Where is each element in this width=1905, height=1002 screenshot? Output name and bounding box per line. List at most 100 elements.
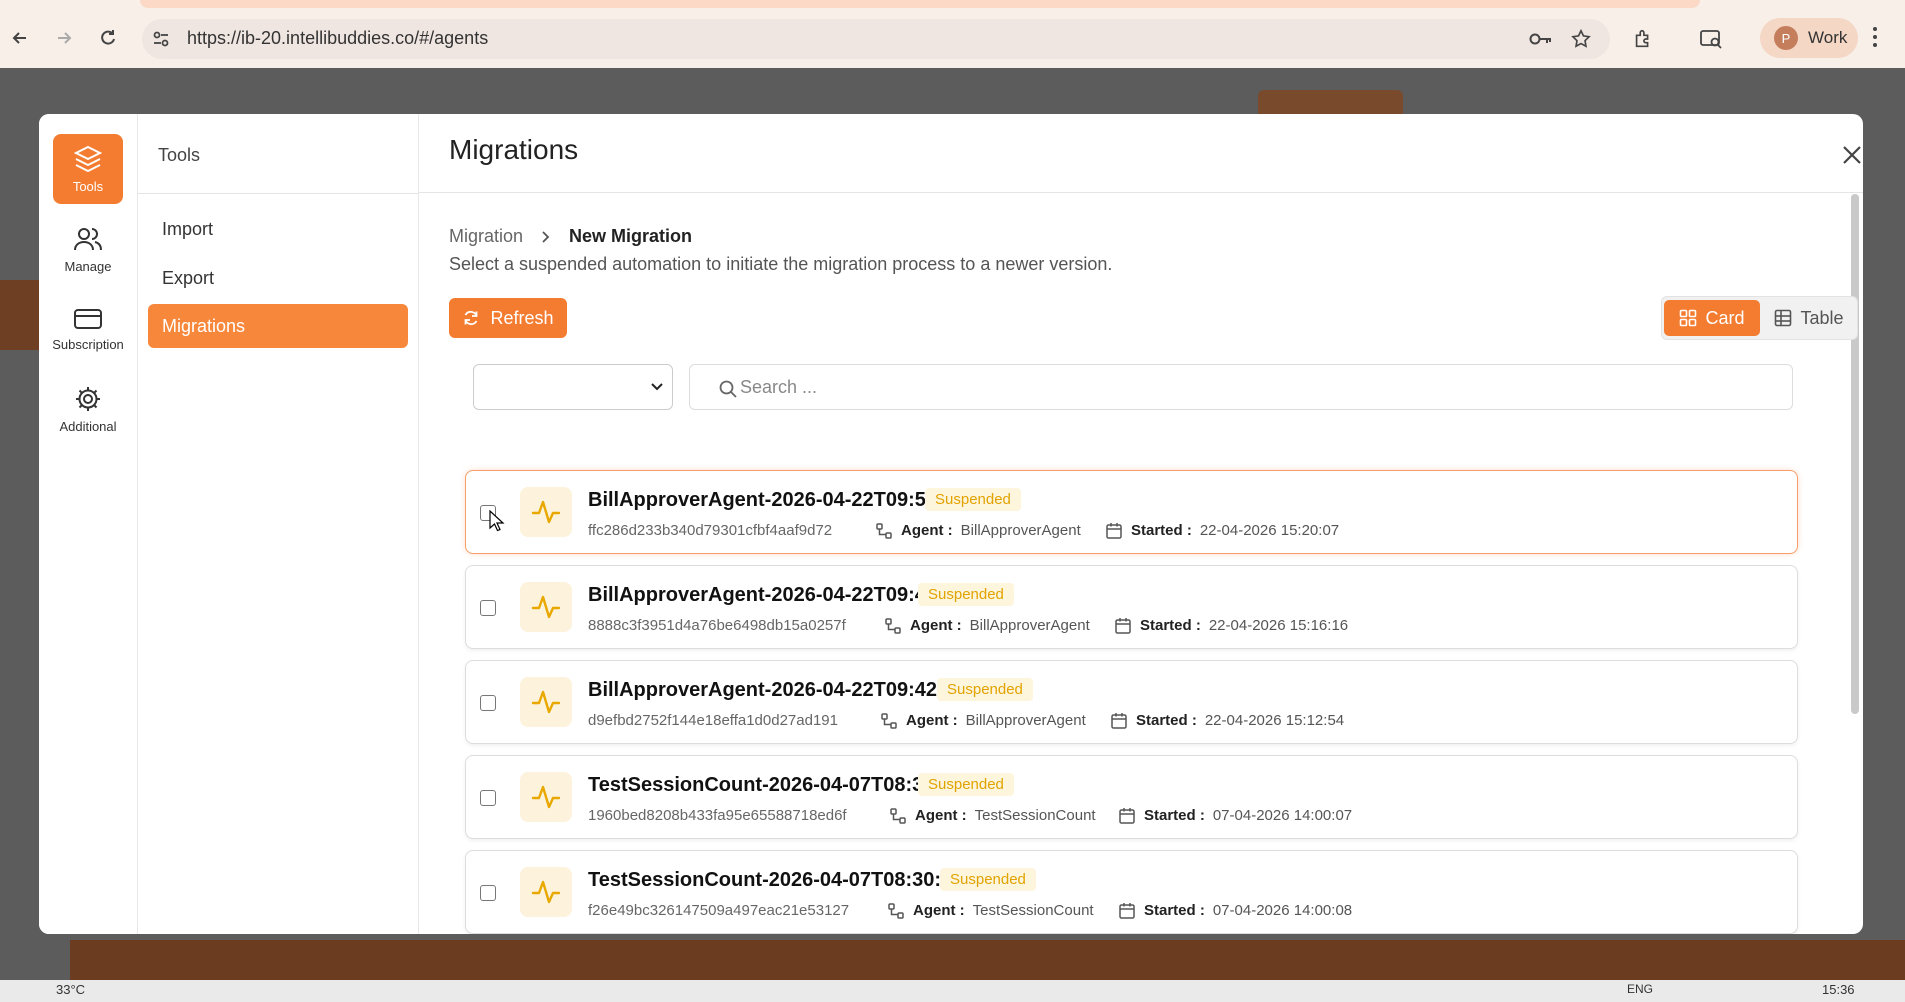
profile-label: Work [1808,28,1848,47]
migration-card[interactable]: TestSessionCount-2026-04-07T08:30:07.222… [465,755,1798,839]
calendar-icon [1119,807,1135,824]
agent-value: BillApproverAgent [969,617,1090,634]
calendar-icon [1111,712,1127,729]
rail-item-additional[interactable]: Additional [53,374,123,444]
started-label: Started : [1144,902,1205,919]
activity-icon [520,677,572,727]
cube-icon [73,145,103,172]
submenu-item-migrations[interactable]: Migrations [148,304,408,348]
reload-button[interactable] [94,24,122,52]
modal-icon-rail: Tools Manage Subscription Additional [39,114,138,934]
page-title: Migrations [449,134,579,165]
migration-card[interactable]: BillApproverAgent-2026-04-22T09:46:16.49… [465,565,1798,649]
started-group: Started : 22-04-2026 15:12:54 [1110,712,1344,730]
scrollbar[interactable] [1851,194,1859,714]
migration-meta: 1960bed8208b433fa95e65588718ed6f Agent :… [588,807,1388,824]
calendar-icon [1119,902,1135,919]
activity-icon [520,487,572,537]
close-button[interactable] [1837,140,1863,170]
page-subtitle: Select a suspended automation to initiat… [449,254,1113,274]
back-button[interactable] [6,24,34,52]
row-checkbox[interactable] [480,600,496,616]
rail-item-manage[interactable]: Manage [53,214,123,284]
background-footer-bar [70,940,1905,980]
status-badge: Suspended [925,488,1021,511]
card-icon [74,308,102,329]
migration-id: f26e49bc326147509a497eac21e53127 [588,902,850,919]
agent-label: Agent : [913,902,965,919]
profile-button[interactable]: P Work [1760,18,1858,58]
agent-group: Agent : BillApproverAgent [880,712,1086,730]
reload-icon [101,30,115,45]
started-label: Started : [1144,807,1205,824]
weather-temperature[interactable]: 33°C [56,982,85,997]
tools-modal: Tools Manage Subscription Additional Too… [39,114,1863,934]
rail-item-label: Additional [59,418,117,434]
rail-item-subscription[interactable]: Subscription [52,294,124,364]
rail-item-tools[interactable]: Tools [53,134,123,204]
started-label: Started : [1140,617,1201,634]
star-icon[interactable] [1568,27,1594,51]
forward-button[interactable] [50,24,78,52]
background-sidebar-highlight [0,280,40,350]
flow-icon [890,807,906,824]
status-badge: Suspended [918,583,1014,606]
started-value: 22-04-2026 15:12:54 [1204,712,1345,729]
migration-meta: 8888c3f3951d4a76be6498db15a0257f Agent :… [588,617,1388,634]
gear-icon [76,386,100,411]
mouse-cursor [489,510,505,532]
started-label: Started : [1131,522,1192,539]
more-vertical-icon [1873,27,1877,47]
status-badge: Suspended [918,773,1014,796]
refresh-button[interactable]: Refresh [449,298,567,338]
close-icon [1843,146,1861,164]
started-value: 07-04-2026 14:00:07 [1212,807,1353,824]
grid-icon [1680,309,1697,327]
divider [419,192,1863,193]
browser-menu-button[interactable] [1872,26,1878,53]
agent-label: Agent : [906,712,958,729]
extensions-icon[interactable] [1630,27,1656,51]
submenu-item-import[interactable]: Import [148,207,408,251]
activity-icon [520,867,572,917]
filter-select[interactable] [473,364,673,410]
key-icon[interactable] [1528,27,1554,51]
submenu-item-export[interactable]: Export [148,256,408,300]
table-view-label: Table [1800,307,1844,328]
card-view-label: Card [1705,307,1745,328]
row-checkbox[interactable] [480,790,496,806]
started-value: 22-04-2026 15:16:16 [1208,617,1349,634]
calendar-icon [1106,522,1122,539]
row-checkbox[interactable] [480,695,496,711]
activity-icon [520,772,572,822]
rail-item-label: Tools [72,178,104,194]
table-icon [1775,309,1792,327]
language-indicator[interactable]: ENG [1627,982,1653,996]
migration-id: 1960bed8208b433fa95e65588718ed6f [588,807,847,824]
started-label: Started : [1136,712,1197,729]
clock-time[interactable]: 15:36 [1822,982,1855,997]
row-checkbox[interactable] [480,885,496,901]
url-text[interactable]: https://ib-20.intellibuddies.co/#/agents [187,28,488,49]
refresh-icon [465,310,478,326]
agent-value: BillApproverAgent [965,712,1086,729]
table-view-button[interactable]: Table [1762,300,1856,336]
started-value: 07-04-2026 14:00:08 [1212,902,1353,919]
side-panel-icon[interactable] [1698,27,1724,51]
search-icon [719,380,737,398]
card-view-button[interactable]: Card [1664,300,1760,336]
migration-card[interactable]: BillApproverAgent-2026-04-22T09:42:52.32… [465,660,1798,744]
search-input[interactable]: Search ... [689,364,1793,410]
arrow-right-icon [58,32,72,44]
migration-card[interactable]: TestSessionCount-2026-04-07T08:30:07.308… [465,850,1798,934]
site-settings-icon[interactable] [150,28,172,50]
agent-label: Agent : [915,807,967,824]
migration-meta: f26e49bc326147509a497eac21e53127 Agent :… [588,902,1388,919]
divider [138,193,419,194]
migration-card[interactable]: BillApproverAgent-2026-04-22T09:50:05.81… [465,470,1798,554]
agent-value: TestSessionCount [972,902,1094,919]
started-group: Started : 22-04-2026 15:20:07 [1105,522,1339,540]
migration-id: ffc286d233b340d79301cfbf4aaf9d72 [588,522,833,539]
breadcrumb-parent[interactable]: Migration [449,226,523,247]
flow-icon [876,522,892,539]
